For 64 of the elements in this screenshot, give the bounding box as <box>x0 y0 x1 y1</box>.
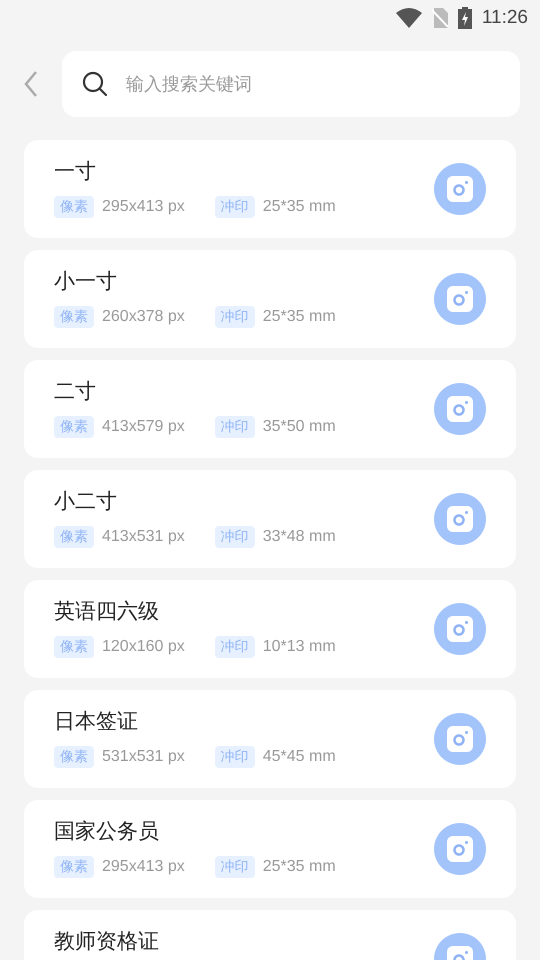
print-size: 35*50 mm <box>262 418 336 436</box>
camera-icon <box>446 725 474 753</box>
pixel-tag: 像素 <box>54 306 94 328</box>
camera-button[interactable] <box>434 273 486 325</box>
print-tag: 冲印 <box>214 196 255 218</box>
search-icon <box>82 71 108 97</box>
print-size: 25*35 mm <box>262 858 336 876</box>
camera-button[interactable] <box>434 823 486 875</box>
size-title: 二寸 <box>54 378 97 405</box>
camera-icon <box>446 175 474 203</box>
camera-icon <box>446 505 474 533</box>
camera-button[interactable] <box>434 383 486 435</box>
print-tag: 冲印 <box>214 636 255 658</box>
camera-button[interactable] <box>434 163 486 215</box>
pixel-size: 413x531 px <box>102 528 185 546</box>
camera-icon <box>446 395 474 423</box>
print-tag: 冲印 <box>214 416 255 438</box>
size-title: 日本签证 <box>54 708 139 735</box>
camera-button[interactable] <box>434 713 486 765</box>
pixel-size: 260x378 px <box>102 308 185 326</box>
pixel-tag: 像素 <box>54 526 94 548</box>
print-size: 45*45 mm <box>262 748 336 766</box>
print-size: 33*48 mm <box>262 528 336 546</box>
print-size: 25*35 mm <box>262 308 336 326</box>
size-title: 小一寸 <box>54 268 118 295</box>
print-tag: 冲印 <box>214 746 255 768</box>
print-tag: 冲印 <box>214 526 255 548</box>
pixel-tag: 像素 <box>54 636 94 658</box>
no-sim-icon <box>432 8 448 28</box>
size-card[interactable]: 小二寸 像素 413x531 px 冲印 33*48 mm <box>24 470 516 568</box>
size-card[interactable]: 英语四六级 像素 120x160 px 冲印 10*13 mm <box>24 580 516 678</box>
print-size: 25*35 mm <box>262 198 336 216</box>
size-card[interactable]: 国家公务员 像素 295x413 px 冲印 25*35 mm <box>24 800 516 898</box>
size-card[interactable]: 日本签证 像素 531x531 px 冲印 45*45 mm <box>24 690 516 788</box>
battery-icon <box>458 7 472 29</box>
search-field[interactable]: 输入搜索关键词 <box>62 51 520 117</box>
pixel-tag: 像素 <box>54 196 94 218</box>
pixel-size: 413x579 px <box>102 418 185 436</box>
size-card[interactable]: 一寸 像素 295x413 px 冲印 25*35 mm <box>24 140 516 238</box>
print-size: 10*13 mm <box>262 638 336 656</box>
size-title: 英语四六级 <box>54 598 160 625</box>
size-title: 国家公务员 <box>54 818 160 845</box>
size-title: 教师资格证 <box>54 928 160 955</box>
print-tag: 冲印 <box>214 306 255 328</box>
camera-icon <box>446 835 474 863</box>
status-time: 11:26 <box>482 7 528 29</box>
wifi-icon <box>396 8 422 28</box>
pixel-tag: 像素 <box>54 856 94 878</box>
size-title: 小二寸 <box>54 488 118 515</box>
pixel-size: 295x413 px <box>102 198 185 216</box>
size-card[interactable]: 教师资格证 <box>24 910 516 960</box>
pixel-tag: 像素 <box>54 746 94 768</box>
print-tag: 冲印 <box>214 856 255 878</box>
pixel-size: 531x531 px <box>102 748 185 766</box>
camera-button[interactable] <box>434 493 486 545</box>
camera-icon <box>446 285 474 313</box>
size-card[interactable]: 二寸 像素 413x579 px 冲印 35*50 mm <box>24 360 516 458</box>
pixel-size: 295x413 px <box>102 858 185 876</box>
size-card[interactable]: 小一寸 像素 260x378 px 冲印 25*35 mm <box>24 250 516 348</box>
camera-icon <box>446 615 474 643</box>
size-title: 一寸 <box>54 158 97 185</box>
pixel-tag: 像素 <box>54 416 94 438</box>
camera-button[interactable] <box>434 603 486 655</box>
pixel-size: 120x160 px <box>102 638 185 656</box>
